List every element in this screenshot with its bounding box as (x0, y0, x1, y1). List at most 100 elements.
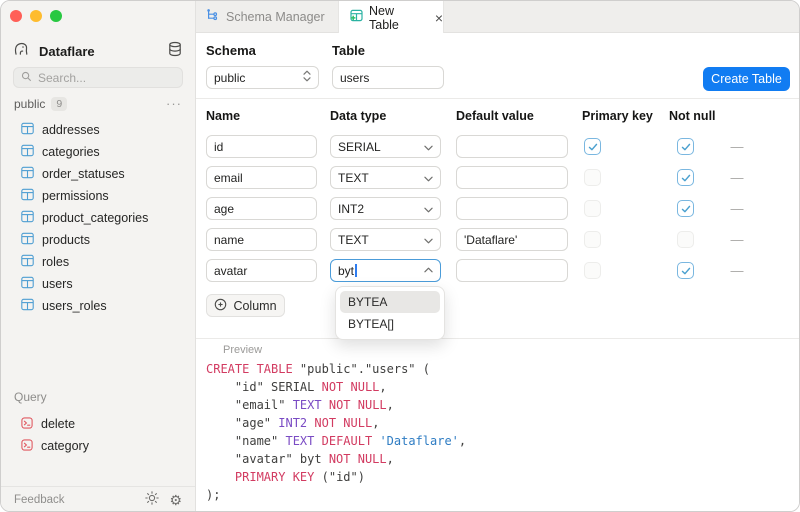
column-default-input[interactable] (456, 197, 568, 220)
terminal-icon (21, 439, 33, 454)
table-grid-icon (21, 122, 34, 138)
database-icon[interactable] (167, 41, 183, 62)
table-name-input[interactable] (332, 66, 444, 89)
sql-line: PRIMARY KEY ("id") (206, 468, 466, 486)
sidebar-table-item[interactable]: categories (1, 141, 195, 163)
column-type-select[interactable]: byt (330, 259, 441, 282)
primary-key-checkbox[interactable] (584, 262, 601, 279)
new-table-icon (350, 9, 363, 27)
not-null-checkbox[interactable] (677, 200, 694, 217)
column-default-input[interactable] (456, 259, 568, 282)
close-window-button[interactable] (10, 10, 22, 22)
primary-key-checkbox[interactable] (584, 200, 601, 217)
sidebar-table-item[interactable]: addresses (1, 119, 195, 141)
table-grid-icon (21, 210, 34, 226)
tab-new-table[interactable]: New Table × (338, 1, 444, 34)
sql-line: "avatar" byt NOT NULL, (206, 450, 466, 468)
table-grid-icon (21, 276, 34, 292)
column-type-select[interactable]: SERIAL (330, 135, 441, 158)
column-default-input[interactable] (456, 135, 568, 158)
more-options-icon[interactable]: ··· (166, 99, 182, 109)
sidebar-header: Dataflare (13, 41, 183, 61)
table-grid-icon (21, 232, 34, 248)
column-name-input[interactable] (206, 135, 317, 158)
not-null-checkbox[interactable] (677, 262, 694, 279)
dataflare-elephant-logo-icon (13, 40, 30, 62)
remove-column-dash-icon[interactable]: — (728, 201, 746, 216)
sidebar-table-item[interactable]: users (1, 273, 195, 295)
theme-toggle-sun-icon[interactable] (145, 491, 159, 510)
column-default-input[interactable] (456, 166, 568, 189)
table-name-label: users_roles (42, 299, 107, 313)
dropdown-option[interactable]: BYTEA (340, 291, 440, 313)
primary-key-checkbox[interactable] (584, 169, 601, 186)
select-updown-icon (303, 70, 311, 85)
column-type-select[interactable]: TEXT (330, 166, 441, 189)
primary-key-checkbox[interactable] (584, 231, 601, 248)
divider (196, 98, 799, 99)
settings-gear-icon[interactable]: ⚙ (169, 493, 182, 507)
remove-column-dash-icon[interactable]: — (728, 170, 746, 185)
type-suggestions-dropdown: BYTEABYTEA[] (335, 286, 445, 340)
table-grid-icon (21, 144, 34, 160)
table-grid-icon (21, 298, 34, 314)
search-input[interactable]: Search... (13, 67, 183, 88)
schema-group-row[interactable]: public 9 ··· (14, 96, 182, 112)
feedback-link[interactable]: Feedback (14, 494, 135, 506)
column-row: INT2 — (196, 197, 799, 220)
table-name-label: product_categories (42, 211, 148, 225)
zoom-window-button[interactable] (50, 10, 62, 22)
chevron-down-icon (424, 140, 433, 154)
chevron-down-icon (424, 233, 433, 247)
table-name-label: order_statuses (42, 167, 125, 181)
sql-line: "email" TEXT NOT NULL, (206, 396, 466, 414)
primary-key-checkbox[interactable] (584, 138, 601, 155)
table-grid-icon (21, 188, 34, 204)
table-name-label: users (42, 277, 73, 291)
sql-line: ); (206, 486, 466, 504)
column-row: TEXT — (196, 166, 799, 189)
sidebar-table-item[interactable]: order_statuses (1, 163, 195, 185)
column-name-input[interactable] (206, 197, 317, 220)
table-name-label: categories (42, 145, 100, 159)
table-field-label: Table (332, 43, 365, 58)
remove-column-dash-icon[interactable]: — (728, 263, 746, 278)
column-type-select[interactable]: TEXT (330, 228, 441, 251)
minimize-window-button[interactable] (30, 10, 42, 22)
not-null-checkbox[interactable] (677, 138, 694, 155)
sql-line: "name" TEXT DEFAULT 'Dataflare', (206, 432, 466, 450)
column-name-input[interactable] (206, 166, 317, 189)
create-table-button[interactable]: Create Table (703, 67, 790, 91)
header-name: Name (206, 109, 240, 123)
remove-column-dash-icon[interactable]: — (728, 139, 746, 154)
sidebar-footer: Feedback ⚙ (1, 486, 195, 512)
dropdown-option[interactable]: BYTEA[] (340, 313, 440, 335)
remove-column-dash-icon[interactable]: — (728, 232, 746, 247)
header-default: Default value (456, 109, 534, 123)
column-default-input[interactable] (456, 228, 568, 251)
column-name-input[interactable] (206, 228, 317, 251)
sidebar-table-item[interactable]: permissions (1, 185, 195, 207)
table-grid-icon (21, 254, 34, 270)
text-cursor (355, 264, 357, 277)
table-grid-icon (21, 166, 34, 182)
sidebar-table-item[interactable]: product_categories (1, 207, 195, 229)
column-name-input[interactable] (206, 259, 317, 282)
table-name-label: permissions (42, 189, 109, 203)
add-column-button[interactable]: Column (206, 294, 285, 317)
schema-tree-icon (206, 8, 219, 26)
table-name-label: roles (42, 255, 69, 269)
sidebar-query-item[interactable]: category (1, 435, 195, 457)
tab-schema-manager[interactable]: Schema Manager (206, 1, 325, 33)
header-not-null: Not null (669, 109, 716, 123)
not-null-checkbox[interactable] (677, 231, 694, 248)
sql-line: CREATE TABLE "public"."users" ( (206, 360, 466, 378)
sidebar-query-item[interactable]: delete (1, 413, 195, 435)
sidebar-table-item[interactable]: users_roles (1, 295, 195, 317)
sidebar-table-item[interactable]: products (1, 229, 195, 251)
schema-select[interactable]: public (206, 66, 319, 89)
close-tab-icon[interactable]: × (435, 10, 443, 26)
column-type-select[interactable]: INT2 (330, 197, 441, 220)
not-null-checkbox[interactable] (677, 169, 694, 186)
sidebar-table-item[interactable]: roles (1, 251, 195, 273)
